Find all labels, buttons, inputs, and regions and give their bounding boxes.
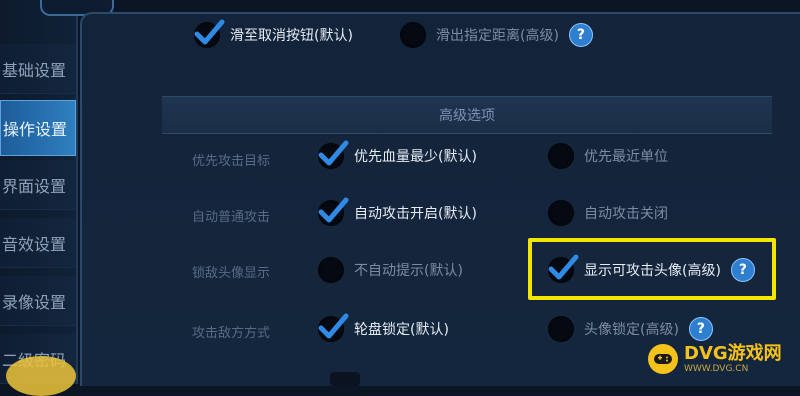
checkbox[interactable] xyxy=(548,200,574,226)
check-icon xyxy=(318,140,349,166)
sidebar-item-label: 操作设置 xyxy=(3,120,68,139)
checkbox[interactable] xyxy=(318,140,349,169)
option-auto-attack-on[interactable]: 自动攻击开启(默认) xyxy=(318,197,477,226)
checkbox[interactable] xyxy=(318,197,349,226)
hero-avatar-partial xyxy=(6,356,76,396)
checkbox[interactable] xyxy=(318,257,344,283)
option-nearest-unit[interactable]: 优先最近单位 xyxy=(548,143,668,169)
option-label: 滑出指定距离(高级) xyxy=(436,28,559,44)
help-icon[interactable]: ? xyxy=(568,23,593,47)
setting-label: 自动普通攻击 xyxy=(192,210,271,225)
option-label: 自动攻击开启(默认) xyxy=(354,206,477,222)
check-icon xyxy=(194,19,225,45)
site-watermark-logo: DVG游戏网 WWW.DVG.CN xyxy=(648,340,796,378)
sidebar-item-controls[interactable]: 操作设置 xyxy=(0,100,76,156)
setting-label: 优先攻击目标 xyxy=(192,154,271,169)
checkbox[interactable] xyxy=(548,316,574,342)
sidebar-item-interface[interactable]: 界面设置 xyxy=(0,160,76,210)
check-icon xyxy=(318,197,349,223)
highlight-box xyxy=(528,238,776,300)
option-slide-distance[interactable]: 滑出指定距离(高级) ? xyxy=(400,22,593,48)
option-label: 滑至取消按钮(默认) xyxy=(230,28,353,44)
checkbox[interactable] xyxy=(194,19,225,48)
section-header-advanced: 高级选项 xyxy=(162,96,772,134)
option-label: 头像锁定(高级) xyxy=(584,322,679,338)
sidebar-item-basic[interactable]: 基础设置 xyxy=(0,44,76,94)
gamepad-icon xyxy=(648,344,678,374)
option-auto-attack-off[interactable]: 自动攻击关闭 xyxy=(548,200,668,226)
sidebar-item-label: 录像设置 xyxy=(2,292,67,312)
logo-sub-text: WWW.DVG.CN xyxy=(684,364,749,374)
checkbox[interactable] xyxy=(400,22,426,48)
logo-main-text: DVG游戏网 xyxy=(684,343,782,364)
sidebar-item-label: 音效设置 xyxy=(2,234,67,254)
option-label: 不自动提示(默认) xyxy=(354,263,463,279)
option-label: 轮盘锁定(默认) xyxy=(354,322,449,338)
option-avatar-lock[interactable]: 头像锁定(高级) ? xyxy=(548,316,713,342)
check-icon xyxy=(318,313,349,339)
sidebar-item-label: 基础设置 xyxy=(2,60,67,80)
option-no-auto-hint[interactable]: 不自动提示(默认) xyxy=(318,257,463,283)
option-lowest-hp[interactable]: 优先血量最少(默认) xyxy=(318,140,477,169)
option-slide-cancel[interactable]: 滑至取消按钮(默认) xyxy=(194,19,353,48)
setting-label: 锁敌头像显示 xyxy=(192,266,271,281)
help-icon[interactable]: ? xyxy=(688,317,713,341)
option-wheel-lock[interactable]: 轮盘锁定(默认) xyxy=(318,313,449,342)
option-label: 自动攻击关闭 xyxy=(584,206,668,222)
checkbox[interactable] xyxy=(318,313,349,342)
sidebar-item-sound[interactable]: 音效设置 xyxy=(0,218,76,268)
checkbox[interactable] xyxy=(548,143,574,169)
option-label: 优先血量最少(默认) xyxy=(354,149,477,165)
sidebar-item-replay[interactable]: 录像设置 xyxy=(0,276,76,326)
settings-sidebar: 基础设置 操作设置 界面设置 音效设置 录像设置 二级密码 xyxy=(0,0,114,384)
sidebar-item-label: 界面设置 xyxy=(2,176,67,196)
section-title: 高级选项 xyxy=(439,108,495,124)
option-label: 优先最近单位 xyxy=(584,149,668,165)
setting-label: 攻击敌方方式 xyxy=(192,326,271,341)
